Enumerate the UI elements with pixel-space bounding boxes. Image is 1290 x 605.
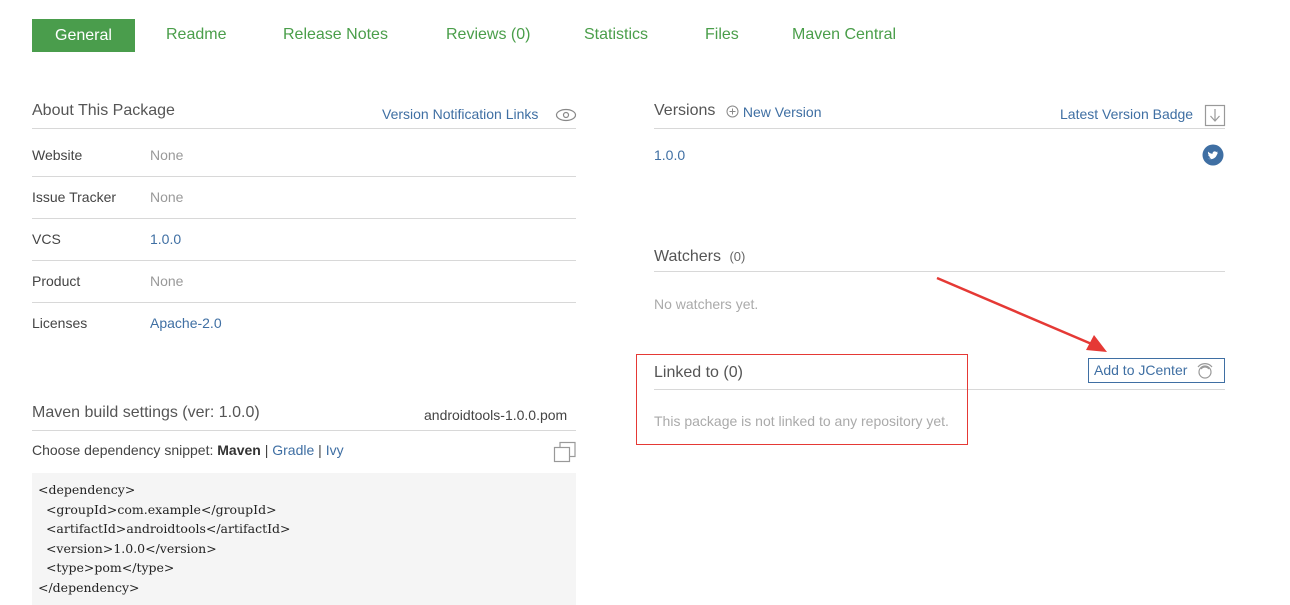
code-line: <groupId>com.example</groupId> <box>38 501 277 517</box>
tab-release-notes[interactable]: Release Notes <box>283 26 388 44</box>
download-icon[interactable] <box>1204 103 1226 127</box>
new-version-label: New Version <box>742 104 822 120</box>
plus-circle-icon <box>726 105 739 118</box>
tab-files[interactable]: Files <box>705 26 739 44</box>
annotation-highlight-box <box>636 354 968 445</box>
copy-icon[interactable] <box>553 441 577 463</box>
snippet-maven[interactable]: Maven <box>217 442 261 458</box>
tab-reviews[interactable]: Reviews (0) <box>446 26 530 44</box>
vcs-link[interactable]: 1.0.0 <box>150 231 181 247</box>
divider <box>32 302 576 303</box>
divider <box>32 128 576 129</box>
add-to-jcenter-button[interactable]: Add to JCenter <box>1088 358 1225 383</box>
snippet-gradle-link[interactable]: Gradle <box>272 442 314 458</box>
watchers-count: (0) <box>729 249 746 264</box>
code-line: <artifactId>androidtools</artifactId> <box>38 521 291 537</box>
version-notification-link[interactable]: Version Notification Links <box>382 106 538 122</box>
website-label: Website <box>32 147 83 163</box>
tab-statistics[interactable]: Statistics <box>584 26 648 44</box>
tab-readme[interactable]: Readme <box>166 26 226 44</box>
tab-maven-central[interactable]: Maven Central <box>792 26 896 44</box>
new-version-button[interactable]: New Version <box>726 104 821 120</box>
divider <box>32 260 576 261</box>
eye-icon[interactable] <box>555 108 577 122</box>
watchers-title: Watchers <box>654 248 721 265</box>
divider <box>654 128 1225 129</box>
jcenter-icon <box>1197 363 1213 379</box>
no-watchers-text: No watchers yet. <box>654 296 759 312</box>
version-notification-label: Version Notification Links <box>382 106 539 122</box>
issue-tracker-label: Issue Tracker <box>32 189 117 205</box>
twitter-icon[interactable] <box>1202 144 1224 166</box>
snippet-chooser: Choose dependency snippet: Maven | Gradl… <box>32 442 344 458</box>
issue-tracker-value: None <box>150 189 184 205</box>
tab-general[interactable]: General <box>32 19 135 52</box>
pom-file: androidtools-1.0.0.pom <box>424 407 568 423</box>
website-value: None <box>150 147 184 163</box>
product-value: None <box>150 273 184 289</box>
divider <box>32 430 576 431</box>
separator: | <box>264 442 269 458</box>
version-link[interactable]: 1.0.0 <box>654 147 685 163</box>
maven-title: Maven build settings (ver: 1.0.0) <box>32 404 260 421</box>
vcs-label: VCS <box>32 231 61 247</box>
separator: | <box>318 442 322 458</box>
add-to-jcenter-label: Add to JCenter <box>1094 362 1188 378</box>
watchers-header: Watchers (0) <box>654 248 745 266</box>
versions-title: Versions <box>654 102 716 119</box>
code-snippet[interactable]: <dependency> <groupId>com.example</group… <box>32 473 576 605</box>
snippet-ivy-link[interactable]: Ivy <box>326 442 344 458</box>
latest-version-badge-link[interactable]: Latest Version Badge <box>1060 106 1193 122</box>
code-line: </dependency> <box>38 579 140 595</box>
divider <box>32 176 576 177</box>
code-line: <version>1.0.0</version> <box>38 540 217 556</box>
code-line: <dependency> <box>38 482 136 497</box>
licenses-label: Licenses <box>32 315 88 331</box>
badge-label: Latest Version Badge <box>1060 106 1194 122</box>
product-label: Product <box>32 273 81 289</box>
divider <box>654 271 1225 272</box>
about-title: About This Package <box>32 102 175 119</box>
divider <box>32 218 576 219</box>
license-link[interactable]: Apache-2.0 <box>150 315 222 331</box>
code-line: <type>pom</type> <box>38 560 175 576</box>
choose-snippet-label: Choose dependency snippet: <box>32 442 214 458</box>
